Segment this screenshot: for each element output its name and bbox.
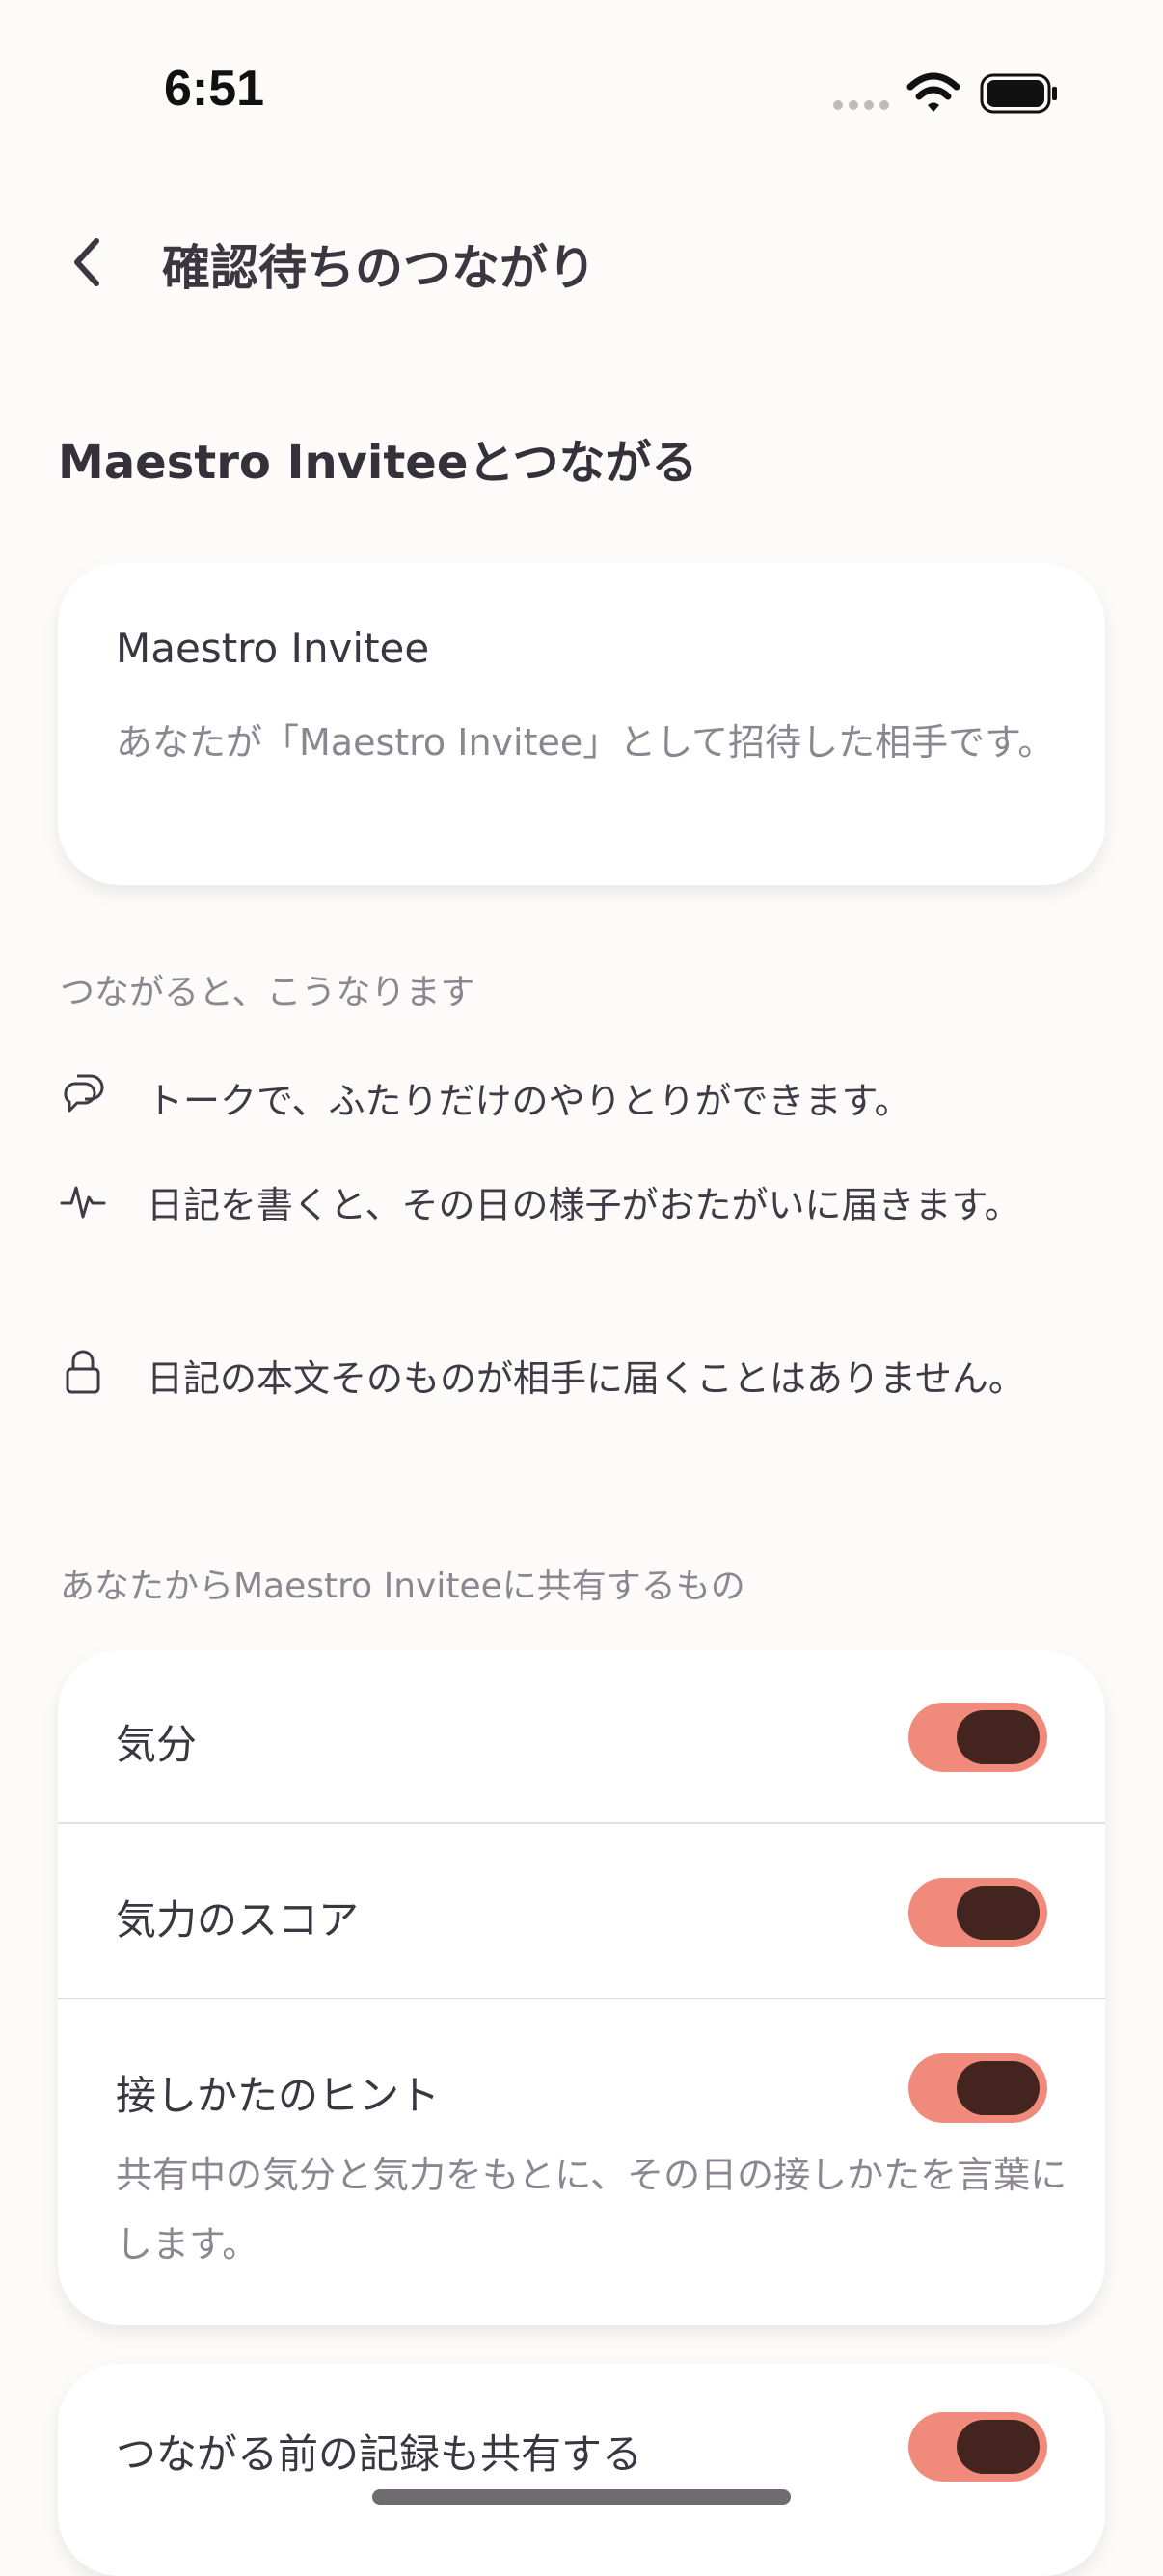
status-time: 6:51 xyxy=(164,61,265,117)
share-mood-toggle[interactable] xyxy=(908,1703,1047,1772)
cellular-signal-icon xyxy=(833,100,889,110)
invitee-name: Maestro Invitee xyxy=(116,625,430,672)
wifi-icon xyxy=(906,72,960,112)
past-records-label: つながる前の記録も共有する xyxy=(116,2430,643,2478)
pulse-icon xyxy=(60,1186,106,1219)
share-hint-toggle[interactable] xyxy=(908,2053,1047,2123)
connect-title: Maestro Inviteeとつながる xyxy=(58,436,698,490)
battery-icon xyxy=(980,73,1057,114)
toggle-knob xyxy=(957,2420,1040,2474)
toggle-knob xyxy=(957,2061,1040,2115)
page-title: 確認待ちのつながり xyxy=(162,240,596,296)
home-indicator[interactable] xyxy=(372,2489,791,2505)
share-energy-toggle[interactable] xyxy=(908,1878,1047,1947)
benefit-diary-text: 日記を書くと、その日の様子がおたがいに届きます。 xyxy=(147,1184,1021,1226)
divider xyxy=(58,1998,1105,1999)
chat-bubbles-icon xyxy=(64,1074,104,1113)
past-records-toggle[interactable] xyxy=(908,2412,1047,2482)
sharing-card: 気分 気力のスコア 接しかたのヒント 共有中の気分と気力をもとに、その日の接しか… xyxy=(58,1650,1105,2325)
share-mood-label: 気分 xyxy=(116,1721,198,1768)
share-hint-label: 接しかたのヒント xyxy=(116,2072,441,2119)
invitee-card: Maestro Invitee あなたが「Maestro Invitee」として… xyxy=(58,563,1105,885)
benefits-caption: つながると、こうなります xyxy=(60,973,475,1012)
past-records-card: つながる前の記録も共有する xyxy=(58,2364,1105,2576)
back-chevron-icon[interactable] xyxy=(68,235,106,289)
invitee-description: あなたが「Maestro Invitee」として招待した相手です。 xyxy=(116,721,1055,764)
toggle-knob xyxy=(957,1710,1040,1764)
share-energy-label: 気力のスコア xyxy=(116,1896,360,1944)
divider xyxy=(58,1822,1105,1824)
benefit-talk-text: トークで、ふたりだけのやりとりができます。 xyxy=(147,1080,911,1122)
share-hint-description: 共有中の気分と気力をもとに、その日の接しかたを言葉にします。 xyxy=(116,2154,1068,2266)
lock-icon xyxy=(66,1350,100,1394)
benefit-privacy-text: 日記の本文そのものが相手に届くことはありません。 xyxy=(147,1357,1025,1400)
sharing-caption: あなたからMaestro Inviteeに共有するもの xyxy=(60,1567,745,1606)
toggle-knob xyxy=(957,1886,1040,1940)
